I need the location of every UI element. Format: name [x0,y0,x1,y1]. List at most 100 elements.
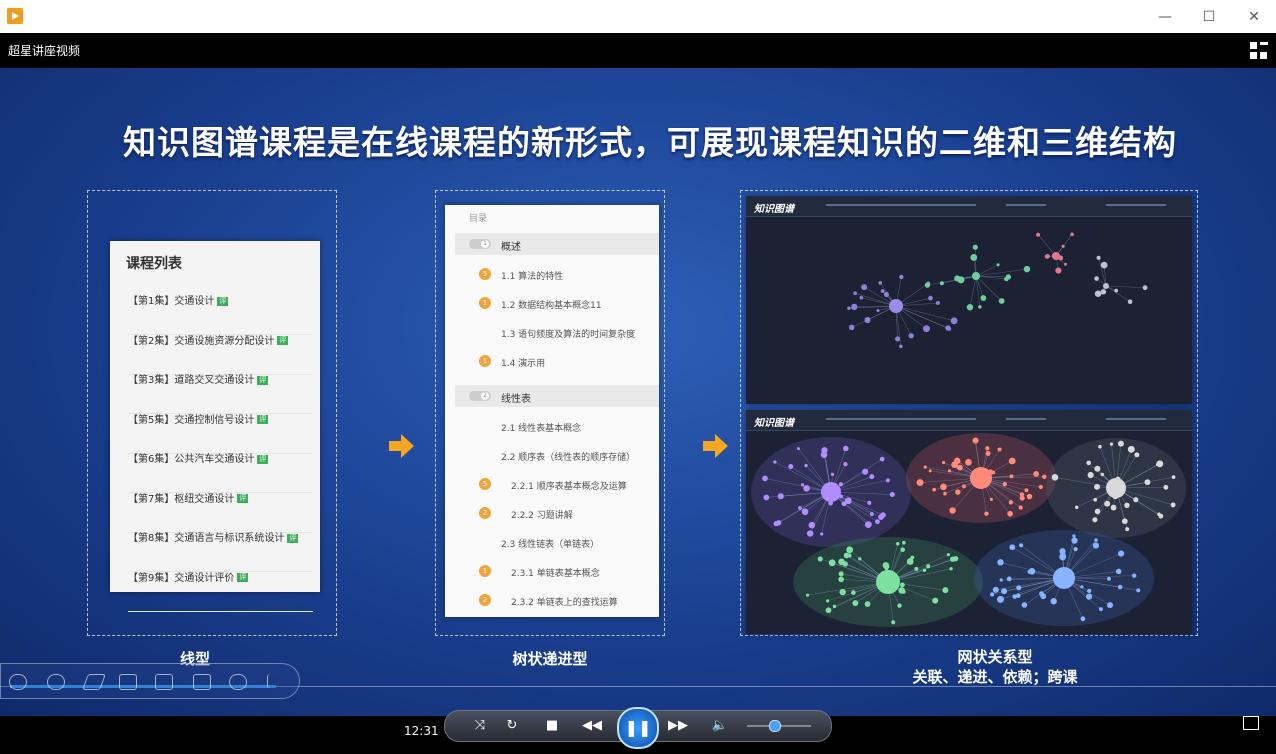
graph-node [875,519,880,525]
graph-node [908,333,914,339]
tree-item[interactable]: 2.3.2 单链表上的查找运算 [511,595,618,608]
annotation-toolbar [0,663,300,699]
tree-item[interactable]: 1.3 语句频度及算法的时间复杂度 [501,327,635,340]
tree-item[interactable]: 2.2.2 习题讲解 [511,508,573,521]
graph-node [1021,602,1028,608]
minimize-button[interactable]: — [1154,6,1176,28]
graph-node [1092,517,1098,523]
graph-node [1055,267,1062,274]
screenshot-icon[interactable] [119,674,137,690]
graph-hub [1052,252,1060,260]
control-bar: ⤨ ↻ ■ ◀◀ ❚❚ ▶▶ 🔈 [444,707,832,749]
count-badge: 5 [479,478,491,490]
graph-node [1100,261,1108,269]
next-page-icon[interactable] [47,674,65,690]
graph-node [1018,505,1023,510]
tree-section[interactable]: 1 概述 [455,233,659,255]
graph-node [847,306,851,310]
graph-node [972,437,979,444]
tree-item[interactable]: 2.2 顺序表（线性表的顺序存储） [501,450,635,463]
graph-node [788,464,794,470]
tree-item[interactable]: 2.3 线性链表（单链表） [501,537,599,550]
graph-node [1051,474,1059,481]
course-list-item[interactable]: 【第9集】交通设计评价评 [128,558,313,612]
graph-node [947,326,952,331]
toggle-icon[interactable]: 1 [469,239,491,249]
board-icon[interactable] [193,674,211,690]
tree-item[interactable]: 2.3.1 单链表基本概念 [511,566,600,579]
graph-hub [1103,283,1109,289]
count-badge: 2 [479,507,491,519]
fullscreen-icon[interactable] [1243,716,1259,730]
graph-node [985,446,990,451]
course-title: 【第9集】交通设计评价 [128,572,235,584]
course-title: 【第7集】枢纽交通设计 [128,493,235,505]
graph-node [885,478,890,483]
volume-slider[interactable] [747,720,811,732]
graph-node [1070,232,1074,237]
graph-node [1072,534,1076,538]
pen-icon[interactable] [82,674,106,690]
graph-node [972,244,978,250]
slide-title: 知识图谱课程是在线课程的新形式，可展现课程知识的二维和三维结构 [123,123,1177,162]
graph-node [953,555,959,562]
tree-item[interactable]: 2.1 线性表基本概念 [501,421,581,434]
graph-node [899,344,903,349]
maximize-button[interactable]: ☐ [1198,6,1220,28]
rewind-icon[interactable]: ◀◀ [581,715,603,737]
graph-node [1114,288,1119,293]
layout-grid-icon[interactable] [1250,42,1268,60]
review-tag: 评 [257,375,269,385]
graph-node [1019,543,1024,548]
graph-node [1170,502,1176,508]
review-tag: 评 [217,296,229,306]
graph-node [800,483,805,487]
graph-logo: 知识图谱 [754,418,794,429]
graph-node [895,542,900,546]
video-frame[interactable]: 知识图谱课程是在线课程的新形式，可展现课程知识的二维和三维结构 课程列表 【第1… [0,68,1276,716]
volume-thumb[interactable] [769,720,781,732]
graph-node [762,475,768,482]
graph-node [843,461,848,467]
graph-node [808,521,816,529]
tree-item[interactable]: 1.1 算法的特性 [501,269,563,282]
graph-node [869,474,875,480]
graph-hub [1053,567,1075,589]
shuffle-icon[interactable]: ⤨ [469,715,491,737]
volume-icon[interactable]: 🔈 [709,715,731,737]
graph-node [1005,274,1012,280]
tree-item[interactable]: 2.2.1 顺序表基本概念及运算 [511,479,627,492]
forward-icon[interactable]: ▶▶ [667,715,689,737]
prev-page-icon[interactable] [9,674,27,690]
repeat-icon[interactable]: ↻ [501,715,523,737]
course-title: 【第5集】交通控制信号设计 [128,414,255,426]
graph-node [828,559,836,567]
graph-node [878,281,883,285]
tree-item[interactable]: 1.2 数据结构基本概念11 [501,298,602,311]
graph-node [851,590,856,595]
graph-node [1124,502,1130,508]
graph-node [1118,550,1125,557]
stop-icon[interactable]: ■ [541,715,563,737]
graph-node [1008,500,1014,505]
close-button[interactable]: ✕ [1243,6,1265,28]
app-header: 超星讲座视频 [0,33,1276,68]
pause-button[interactable]: ❚❚ [617,707,659,749]
count-badge: 1 [479,297,491,309]
graph-node [1094,276,1099,281]
window-icon[interactable] [155,674,173,690]
tree-section[interactable]: 2 线性表 [455,385,659,407]
more-icon[interactable] [229,674,247,690]
collapse-icon[interactable] [267,674,284,688]
toggle-icon[interactable]: 2 [469,391,491,401]
graph-node [1009,474,1014,479]
graph-node [1008,457,1016,465]
tree-item[interactable]: 1.4 演示用 [501,356,545,369]
graph-node [998,298,1005,304]
graph-node [966,304,974,311]
knowledge-graph-bottom: 知识图谱 [746,410,1192,634]
graph-canvas [751,433,1186,627]
graph-node [997,447,1002,452]
graph-node [932,597,939,604]
graph-node [1094,538,1098,542]
